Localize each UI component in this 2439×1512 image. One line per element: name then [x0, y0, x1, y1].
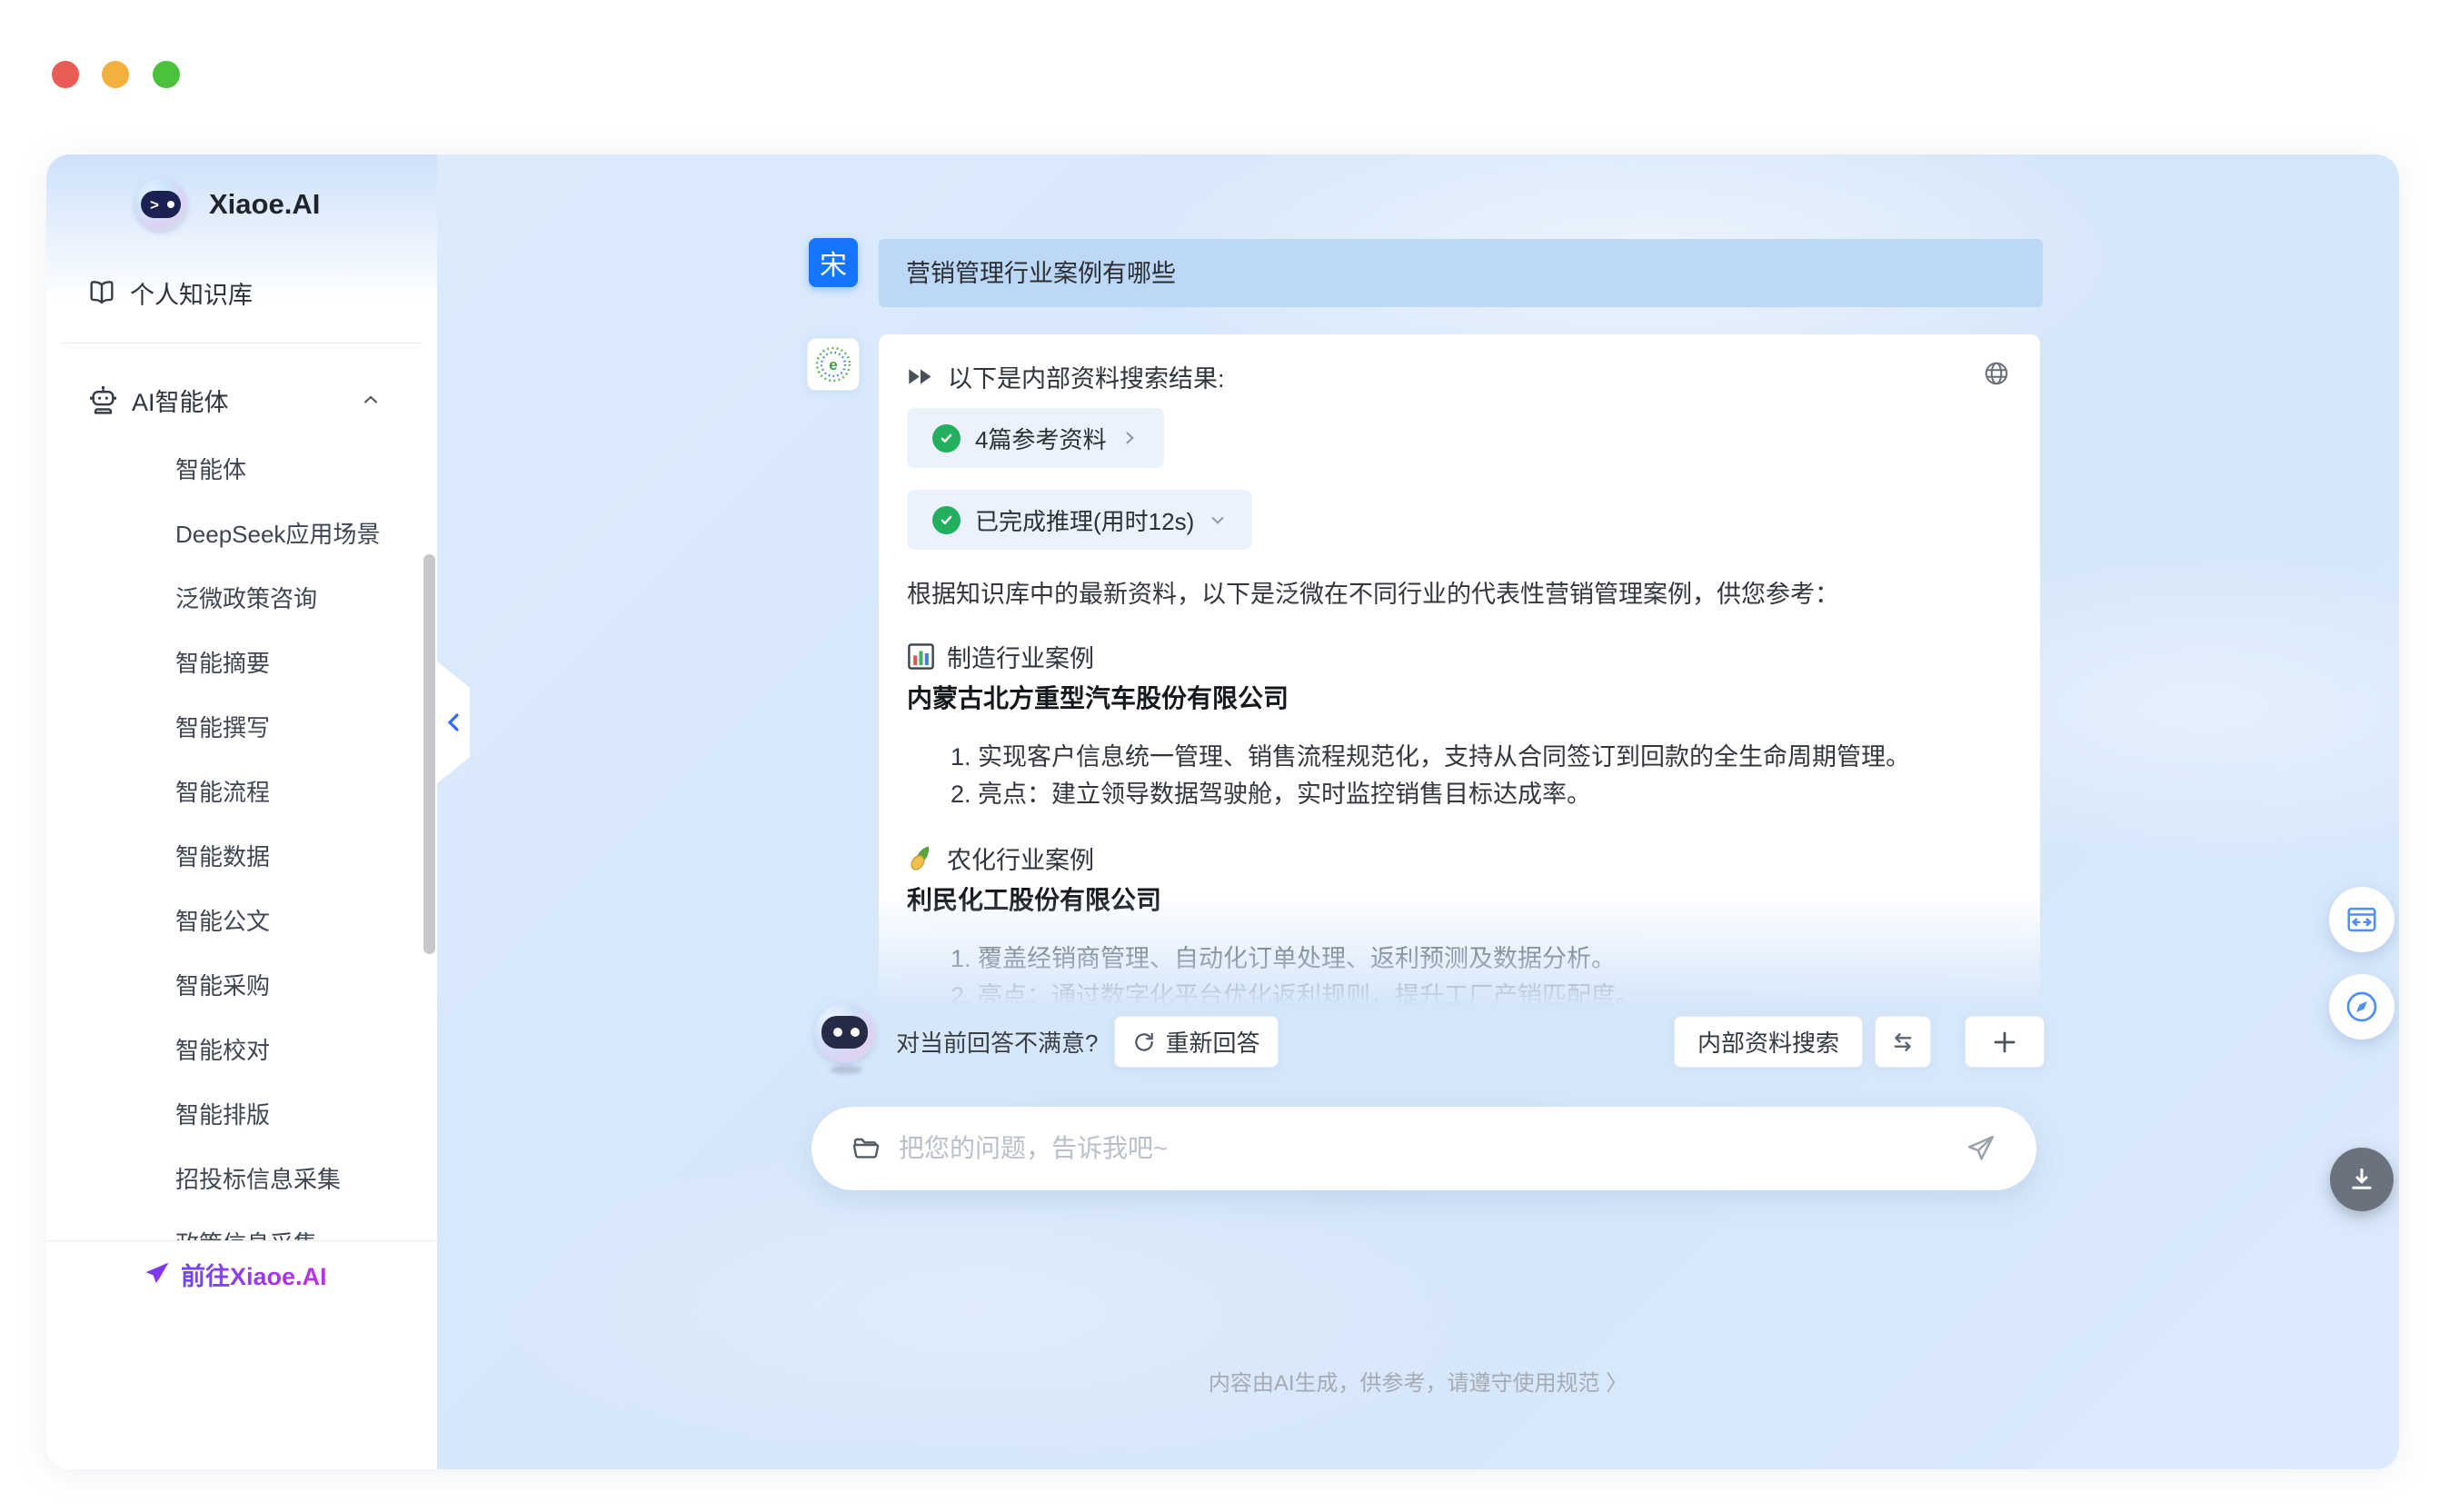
chat-area: 宋 营销管理行业案例有哪些 e 以下是内部资料搜索结果:	[437, 154, 2399, 1469]
user-avatar: 宋	[809, 238, 858, 287]
swap-mode-button[interactable]	[1875, 1016, 1931, 1068]
sidebar-item-smart-procurement[interactable]: 智能采购	[46, 952, 437, 1017]
dissatisfied-prompt: 对当前回答不满意?	[896, 1016, 1098, 1068]
sidebar-bottom-divider	[46, 1240, 437, 1241]
svg-text:e: e	[829, 356, 837, 373]
app-logo: > Xiaoe.AI	[134, 178, 320, 231]
internal-search-button[interactable]: 内部资料搜索	[1674, 1016, 1863, 1068]
goto-xiaoe-label: 前往Xiaoe.AI	[181, 1257, 327, 1292]
answer-intro: 根据知识库中的最新资料，以下是泛微在不同行业的代表性营销管理案例，供您参考：	[907, 577, 2010, 612]
plus-icon	[1991, 1029, 2018, 1056]
case-point-list: 覆盖经销商管理、自动化订单处理、返利预测及数据分析。 亮点：通过数字化平台优化返…	[907, 940, 2010, 1015]
play-forward-icon	[907, 367, 934, 386]
sidebar-item-smart-writing[interactable]: 智能撰写	[46, 694, 437, 759]
case-section-title: 农化行业案例	[947, 841, 1094, 876]
app-window: > Xiaoe.AI 个人知识库	[46, 154, 2399, 1469]
send-plane-icon	[144, 1260, 171, 1288]
sidebar-item-smart-document[interactable]: 智能公文	[46, 888, 437, 952]
case-point-list: 实现客户信息统一管理、销售流程规范化，支持从合同签订到回款的全生命周期管理。 亮…	[907, 739, 2010, 813]
case-point: 实现客户信息统一管理、销售流程规范化，支持从合同签订到回款的全生命周期管理。	[978, 739, 2010, 776]
sidebar-item-label: 个人知识库	[130, 275, 253, 311]
search-result-header: 以下是内部资料搜索结果:	[907, 360, 2010, 393]
new-chat-button[interactable]	[1965, 1016, 2045, 1068]
assistant-avatar: e	[807, 338, 860, 391]
sidebar-submenu: 智能体 DeepSeek应用场景 泛微政策咨询 智能摘要 智能撰写 智能流程 智…	[46, 436, 437, 1240]
zoom-window-button[interactable]	[153, 61, 180, 88]
close-window-button[interactable]	[52, 61, 79, 88]
xiaoe-robot-logo-icon: >	[134, 178, 187, 231]
assistant-message-card: 以下是内部资料搜索结果: 4篇参考资料 已完成推	[879, 334, 2040, 1009]
bar-chart-icon	[907, 642, 935, 671]
sidebar-item-bidding-info[interactable]: 招投标信息采集	[46, 1146, 437, 1210]
refresh-icon	[1132, 1030, 1156, 1054]
sidebar-item-smart-data[interactable]: 智能数据	[46, 823, 437, 888]
explore-fab[interactable]	[2329, 974, 2394, 1040]
company-name: 内蒙古北方重型汽车股份有限公司	[907, 681, 2010, 717]
check-circle-icon	[932, 506, 961, 534]
regenerate-button[interactable]: 重新回答	[1114, 1016, 1279, 1068]
paper-plane-icon[interactable]	[1966, 1133, 1996, 1164]
message-input-bar	[811, 1107, 2036, 1190]
internal-search-label: 内部资料搜索	[1697, 1025, 1839, 1059]
folder-icon[interactable]	[851, 1134, 881, 1163]
case-point: 覆盖经销商管理、自动化订单处理、返利预测及数据分析。	[978, 940, 2010, 978]
case-point: 亮点：建立领导数据驾驶舱，实时监控销售目标达成率。	[978, 776, 2010, 813]
sidebar-item-personal-knowledge[interactable]: 个人知识库	[86, 275, 253, 310]
case-point: 亮点：通过数字化平台优化返利规则，提升工厂产销匹配度。	[978, 978, 2010, 1015]
window-resize-icon	[2344, 902, 2379, 937]
download-icon	[2346, 1164, 2377, 1195]
sidebar-item-deepseek-scenarios[interactable]: DeepSeek应用场景	[46, 501, 437, 565]
mascot-shadow	[830, 1066, 862, 1074]
resize-window-fab[interactable]	[2329, 887, 2394, 952]
check-circle-icon	[932, 424, 961, 453]
scroll-download-fab[interactable]	[2330, 1148, 2394, 1211]
user-message-bubble: 营销管理行业案例有哪些	[879, 239, 2043, 307]
compass-icon	[2344, 989, 2380, 1025]
goto-xiaoe-link[interactable]: 前往Xiaoe.AI	[144, 1254, 327, 1294]
globe-icon[interactable]	[1983, 360, 2010, 387]
collapse-chevron-icon	[444, 711, 463, 733]
sidebar-item-smart-process[interactable]: 智能流程	[46, 759, 437, 823]
case-section-title: 制造行业案例	[947, 639, 1094, 674]
user-message-text: 营销管理行业案例有哪些	[906, 260, 1176, 287]
minimize-window-button[interactable]	[102, 61, 129, 88]
sidebar-scrollbar-thumb[interactable]	[423, 554, 435, 954]
weaver-logo-icon: e	[813, 344, 853, 384]
sidebar-section-ai-agents[interactable]: AI智能体	[86, 382, 382, 418]
window-controls	[52, 61, 234, 88]
robot-icon	[86, 383, 120, 417]
sidebar-item-policy-consult[interactable]: 泛微政策咨询	[46, 565, 437, 630]
chevron-down-icon	[1209, 511, 1227, 529]
reasoning-done-label: 已完成推理(用时12s)	[975, 503, 1194, 537]
references-pill[interactable]: 4篇参考资料	[907, 408, 1164, 468]
chevron-right-icon	[1120, 429, 1139, 447]
reasoning-done-pill[interactable]: 已完成推理(用时12s)	[907, 490, 1252, 550]
swap-icon	[1890, 1030, 1916, 1055]
case-section-manufacturing: 制造行业案例	[907, 639, 2010, 673]
search-result-header-text: 以下是内部资料搜索结果:	[948, 359, 1225, 394]
sidebar-item-agent[interactable]: 智能体	[46, 436, 437, 501]
book-icon	[86, 277, 117, 308]
company-name: 利民化工股份有限公司	[907, 882, 2010, 919]
assistant-mascot-avatar	[814, 1004, 875, 1062]
sidebar-item-smart-layout[interactable]: 智能排版	[46, 1081, 437, 1146]
question-input[interactable]	[899, 1134, 1966, 1163]
case-section-agrochemical: 农化行业案例	[907, 841, 2010, 875]
ai-disclaimer: 内容由AI生成，供参考，请遵守使用规范 〉	[437, 1365, 2399, 1397]
chevron-up-icon[interactable]	[360, 389, 382, 411]
sidebar-item-policy-info[interactable]: 政策信息采集	[46, 1210, 437, 1240]
sidebar-item-smart-proofread[interactable]: 智能校对	[46, 1017, 437, 1081]
regenerate-label: 重新回答	[1165, 1025, 1259, 1059]
sidebar-item-smart-summary[interactable]: 智能摘要	[46, 630, 437, 694]
app-title: Xiaoe.AI	[209, 188, 320, 221]
corn-icon	[907, 844, 935, 872]
sidebar: > Xiaoe.AI 个人知识库	[46, 154, 437, 1469]
sidebar-section-label: AI智能体	[132, 383, 229, 418]
references-pill-label: 4篇参考资料	[975, 422, 1106, 455]
